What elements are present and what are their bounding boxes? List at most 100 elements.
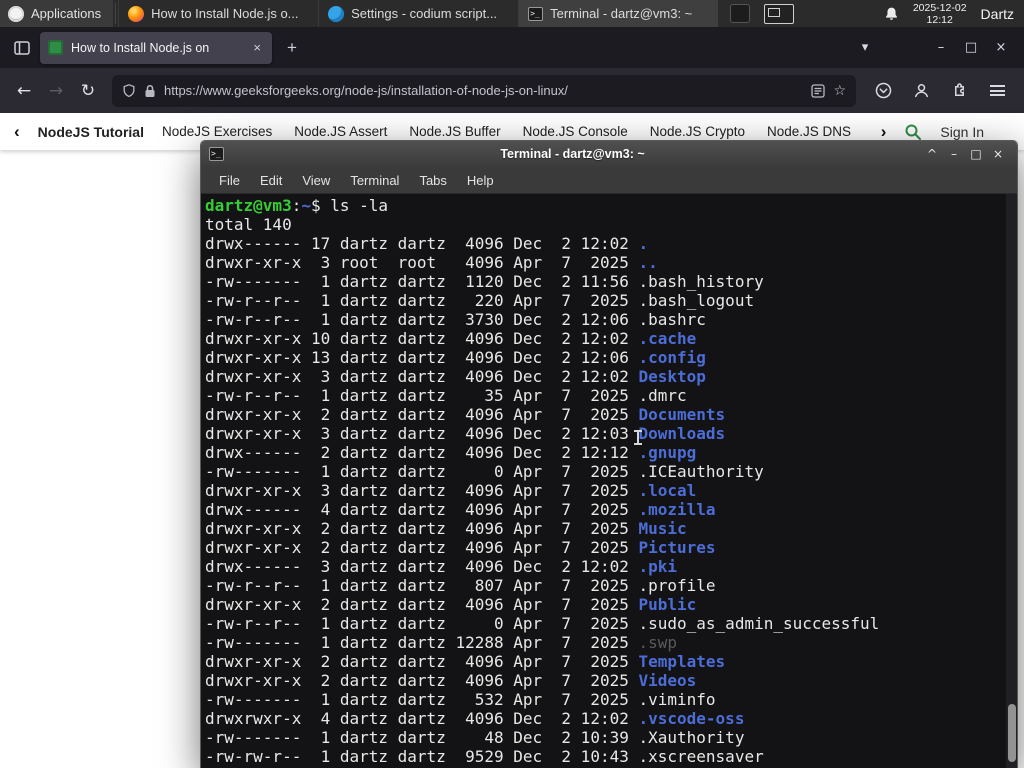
reload-button[interactable]: ↻ xyxy=(72,76,104,106)
listing-meta: drwxr-xr-x 13 dartz dartz 4096 Dec 2 12:… xyxy=(205,348,639,367)
pocket-icon[interactable] xyxy=(868,76,898,106)
listing-meta: drwx------ 17 dartz dartz 4096 Dec 2 12:… xyxy=(205,234,639,253)
new-tab-button[interactable]: + xyxy=(278,34,306,62)
listing-name: .config xyxy=(638,348,706,367)
listing-meta: -rw------- 1 dartz dartz 1120 Dec 2 11:5… xyxy=(205,272,639,291)
site-nav-link[interactable]: Node.JS Console xyxy=(523,124,628,139)
menu-item-file[interactable]: File xyxy=(209,170,250,191)
reader-mode-icon[interactable] xyxy=(811,83,826,98)
listing-meta: -rw-r--r-- 1 dartz dartz 3730 Dec 2 12:0… xyxy=(205,310,639,329)
menu-item-help[interactable]: Help xyxy=(457,170,504,191)
terminal-maximize-icon[interactable]: □ xyxy=(965,147,987,161)
terminal-scrollbar[interactable] xyxy=(1006,194,1017,768)
listing-meta: drwxr-xr-x 3 dartz dartz 4096 Dec 2 12:0… xyxy=(205,367,639,386)
panel-window-button-codium[interactable]: Settings - codium script... xyxy=(318,0,518,27)
terminal-listing-line: drwxr-xr-x 3 dartz dartz 4096 Dec 2 12:0… xyxy=(205,424,1003,443)
account-icon[interactable] xyxy=(906,76,936,106)
url-bar[interactable]: https://www.geeksforgeeks.org/node-js/in… xyxy=(112,74,856,107)
listing-meta: -rw-r--r-- 1 dartz dartz 0 Apr 7 2025 xyxy=(205,614,639,633)
extensions-puzzle-icon[interactable] xyxy=(944,76,974,106)
window-close-icon[interactable]: × xyxy=(986,34,1016,62)
terminal-listing-line: -rw------- 1 dartz dartz 12288 Apr 7 202… xyxy=(205,633,1003,652)
terminal-listing-line: drwxr-xr-x 3 dartz dartz 4096 Dec 2 12:0… xyxy=(205,367,1003,386)
notification-bell-icon[interactable] xyxy=(884,6,899,22)
tab-close-icon[interactable]: × xyxy=(250,39,264,56)
prompt-user-host: dartz@vm3 xyxy=(205,196,292,215)
terminal-listing-line: -rw-r--r-- 1 dartz dartz 807 Apr 7 2025 … xyxy=(205,576,1003,595)
listing-name: Documents xyxy=(638,405,726,424)
site-nav-current[interactable]: NodeJS Tutorial xyxy=(38,124,144,140)
listing-name: .dmrc xyxy=(638,386,687,405)
terminal-listing-line: drwxr-xr-x 2 dartz dartz 4096 Apr 7 2025… xyxy=(205,538,1003,557)
window-minimize-icon[interactable]: – xyxy=(926,34,956,62)
listing-meta: -rw-r--r-- 1 dartz dartz 807 Apr 7 2025 xyxy=(205,576,639,595)
terminal-listing-line: -rw-r--r-- 1 dartz dartz 3730 Dec 2 12:0… xyxy=(205,310,1003,329)
site-nav-link[interactable]: NodeJS Exercises xyxy=(162,124,272,139)
mouse-cursor xyxy=(634,430,642,445)
listing-meta: -rw------- 1 dartz dartz 12288 Apr 7 202… xyxy=(205,633,639,652)
listing-meta: drwxrwxr-x 4 dartz dartz 4096 Dec 2 12:0… xyxy=(205,709,639,728)
back-button[interactable]: ← xyxy=(8,76,40,106)
applications-menu-button[interactable]: Applications xyxy=(0,0,114,27)
terminal-listing-line: drwxr-xr-x 2 dartz dartz 4096 Apr 7 2025… xyxy=(205,595,1003,614)
list-all-tabs-icon[interactable]: ▾ xyxy=(850,34,880,62)
site-nav-link[interactable]: Node.JS Crypto xyxy=(650,124,745,139)
firefox-view-icon[interactable] xyxy=(8,35,36,61)
listing-meta: drwxr-xr-x 2 dartz dartz 4096 Apr 7 2025 xyxy=(205,671,639,690)
listing-name: Music xyxy=(638,519,687,538)
nav-scroll-right-icon[interactable]: › xyxy=(881,123,887,140)
menu-icon[interactable] xyxy=(982,76,1012,106)
terminal-listing-line: -rw-r--r-- 1 dartz dartz 35 Apr 7 2025 .… xyxy=(205,386,1003,405)
tab-bar: How to Install Node.js on × + ▾ – □ × xyxy=(0,27,1024,68)
tray-icon-app[interactable] xyxy=(729,4,750,23)
listing-name: Videos xyxy=(638,671,697,690)
terminal-listing-line: -rw-rw-r-- 1 dartz dartz 9529 Dec 2 10:4… xyxy=(205,747,1003,766)
lock-icon[interactable] xyxy=(144,84,156,98)
terminal-listing-line: -rw------- 1 dartz dartz 48 Dec 2 10:39 … xyxy=(205,728,1003,747)
site-nav-link[interactable]: Node.JS DNS xyxy=(767,124,851,139)
site-nav-link[interactable]: Node.JS Assert xyxy=(294,124,387,139)
panel-clock[interactable]: 2025-12-02 12:12 xyxy=(913,2,967,26)
listing-name: .profile xyxy=(638,576,716,595)
bookmark-star-icon[interactable]: ☆ xyxy=(833,83,846,99)
tray-icon-window[interactable] xyxy=(763,3,794,24)
terminal-listing-line: drwxr-xr-x 2 dartz dartz 4096 Apr 7 2025… xyxy=(205,652,1003,671)
listing-name: .. xyxy=(638,253,658,272)
listing-name: Public xyxy=(638,595,697,614)
panel-right-area: 2025-12-02 12:12 Dartz xyxy=(729,0,1024,27)
listing-meta: -rw------- 1 dartz dartz 0 Apr 7 2025 xyxy=(205,462,639,481)
terminal-body[interactable]: dartz@vm3:~$ ls -la total 140 drwx------ 1… xyxy=(201,194,1017,768)
terminal-close-icon[interactable]: × xyxy=(987,147,1009,161)
sign-in-button[interactable]: Sign In xyxy=(940,124,1010,140)
panel-username[interactable]: Dartz xyxy=(981,6,1014,22)
toolbar-icons xyxy=(864,76,1016,106)
site-nav-items: NodeJS Exercises Node.JS Assert Node.JS Bu… xyxy=(162,124,863,139)
terminal-minimize-icon[interactable]: – xyxy=(943,147,965,161)
listing-meta: drwxr-xr-x 3 root root 4096 Apr 7 2025 xyxy=(205,253,639,272)
site-nav-link[interactable]: Node.JS Buffer xyxy=(409,124,500,139)
window-maximize-icon[interactable]: □ xyxy=(956,34,986,62)
nav-scroll-left-icon[interactable]: ‹ xyxy=(14,123,20,140)
listing-name: .local xyxy=(638,481,697,500)
terminal-shade-icon[interactable]: ^ xyxy=(921,147,943,161)
window-button-label: Terminal - dartz@vm3: ~ xyxy=(550,6,693,21)
menu-item-edit[interactable]: Edit xyxy=(250,170,292,191)
listing-name: .viminfo xyxy=(638,690,716,709)
tab-favicon xyxy=(48,40,63,55)
panel-window-button-terminal[interactable]: >_ Terminal - dartz@vm3: ~ xyxy=(518,0,719,27)
listing-meta: drwxr-xr-x 2 dartz dartz 4096 Apr 7 2025 xyxy=(205,652,639,671)
listing-name: .pki xyxy=(638,557,678,576)
forward-button[interactable]: → xyxy=(40,76,72,106)
prompt-path: ~ xyxy=(301,196,311,215)
terminal-listing-line: drwxr-xr-x 3 root root 4096 Apr 7 2025 .… xyxy=(205,253,1003,272)
panel-window-button-firefox[interactable]: How to Install Node.js o... xyxy=(118,0,318,27)
tracking-shield-icon[interactable] xyxy=(122,83,136,98)
terminal-listing-line: drwx------ 4 dartz dartz 4096 Apr 7 2025… xyxy=(205,500,1003,519)
site-search-icon[interactable] xyxy=(904,123,922,141)
terminal-titlebar[interactable]: >_ Terminal - dartz@vm3: ~ ^ – □ × xyxy=(201,141,1017,167)
menu-item-view[interactable]: View xyxy=(292,170,340,191)
terminal-scrollbar-thumb[interactable] xyxy=(1008,704,1016,762)
menu-item-tabs[interactable]: Tabs xyxy=(409,170,456,191)
menu-item-terminal[interactable]: Terminal xyxy=(340,170,409,191)
browser-tab[interactable]: How to Install Node.js on × xyxy=(40,31,272,64)
